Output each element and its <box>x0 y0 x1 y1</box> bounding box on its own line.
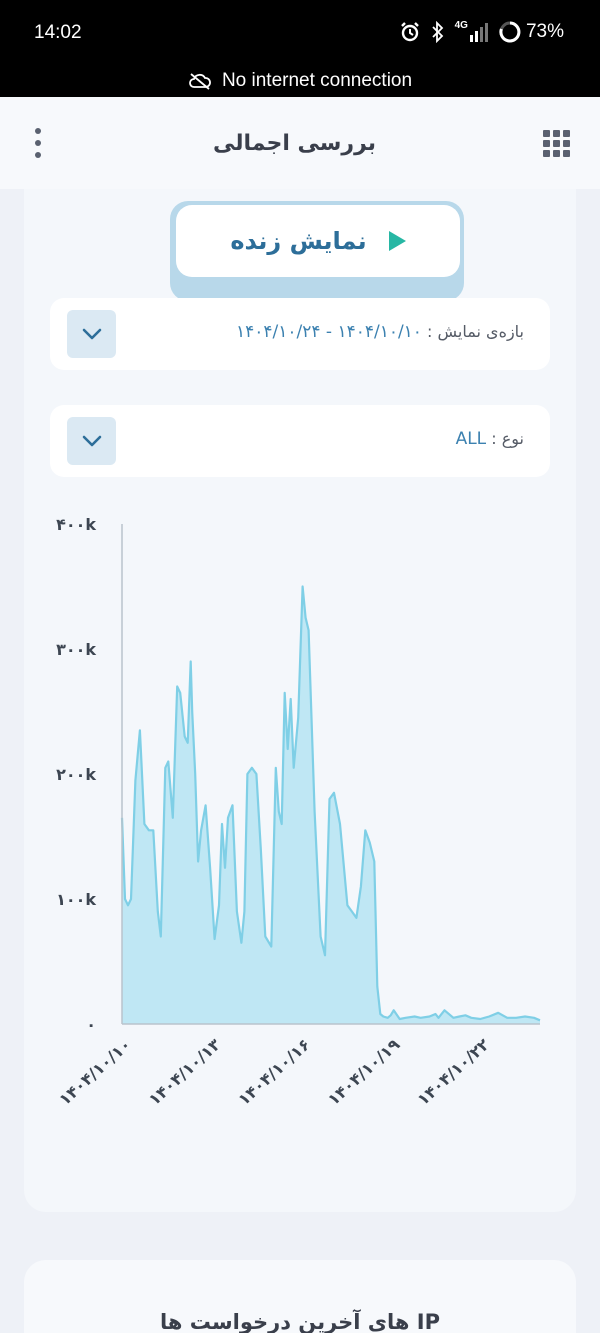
cloud-off-icon <box>189 72 211 90</box>
more-options-icon[interactable] <box>30 128 46 158</box>
x-tick-label: ۱۴۰۴/۱۰/۱۶ <box>234 1035 313 1109</box>
signal-icon <box>469 23 488 42</box>
type-label: نوع : <box>491 429 524 448</box>
traffic-area-chart: ۰۱۰۰k۲۰۰k۳۰۰k۴۰۰k۱۴۰۴/۱۰/۱۰ ۱۴۰۴/۱۰/۱۳ ۱۴۰… <box>55 515 541 1109</box>
last-requests-card: IP های آخرین درخواست ها <box>24 1260 576 1333</box>
type-text: نوع : ALL <box>456 429 524 449</box>
y-tick-label: ۱۰۰k <box>56 890 96 909</box>
battery-percent: 73% <box>525 21 564 42</box>
date-range-value: ۱۴۰۴/۱۰/۱۰ - ۱۴۰۴/۱۰/۲۴ <box>235 322 422 342</box>
type-dropdown[interactable] <box>67 417 116 465</box>
app-bar: بررسی اجمالی <box>0 97 600 189</box>
date-range-text: بازه‌ی نمایش : ۱۴۰۴/۱۰/۱۰ - ۱۴۰۴/۱۰/۲۴ <box>236 322 524 342</box>
chevron-down-icon <box>82 328 101 340</box>
x-tick-label: ۱۴۰۴/۱۰/۲۲ <box>414 1035 494 1109</box>
status-icons: 4G 73% <box>399 20 564 44</box>
y-tick-label: ۲۰۰k <box>56 765 96 784</box>
y-tick-label: ۳۰۰k <box>56 640 96 659</box>
play-icon <box>388 231 406 251</box>
date-range-dropdown[interactable] <box>67 310 116 358</box>
connectivity-text: No internet connection <box>221 69 413 91</box>
y-tick-label: ۴۰۰k <box>56 515 96 534</box>
connectivity-banner: No internet connection <box>0 64 600 97</box>
x-tick-label: ۱۴۰۴/۱۰/۱۰ <box>55 1035 134 1109</box>
chevron-down-icon <box>82 435 101 447</box>
apps-grid-icon[interactable] <box>543 129 570 157</box>
type-filter[interactable]: نوع : ALL <box>50 405 550 477</box>
type-value: ALL <box>455 429 487 449</box>
battery-ring-icon <box>499 21 521 43</box>
y-tick-label: ۰ <box>86 1015 96 1034</box>
alarm-icon <box>400 22 419 42</box>
live-view-label: نمایش زنده <box>230 227 367 255</box>
series-area <box>122 586 540 1024</box>
x-tick-label: ۱۴۰۴/۱۰/۱۹ <box>324 1035 404 1109</box>
date-range-label: بازه‌ی نمایش : <box>427 322 524 341</box>
bluetooth-icon <box>431 21 443 43</box>
page-title: بررسی اجمالی <box>212 130 377 156</box>
last-requests-title: IP های آخرین درخواست ها <box>159 1310 441 1333</box>
live-view-button[interactable]: نمایش زنده <box>176 205 460 277</box>
date-range-filter[interactable]: بازه‌ی نمایش : ۱۴۰۴/۱۰/۱۰ - ۱۴۰۴/۱۰/۲۴ <box>50 298 550 370</box>
status-bar: 14:02 4G 73% <box>0 0 600 64</box>
status-time: 14:02 <box>34 22 82 43</box>
x-tick-label: ۱۴۰۴/۱۰/۱۳ <box>145 1035 225 1109</box>
network-type: 4G <box>454 20 468 31</box>
